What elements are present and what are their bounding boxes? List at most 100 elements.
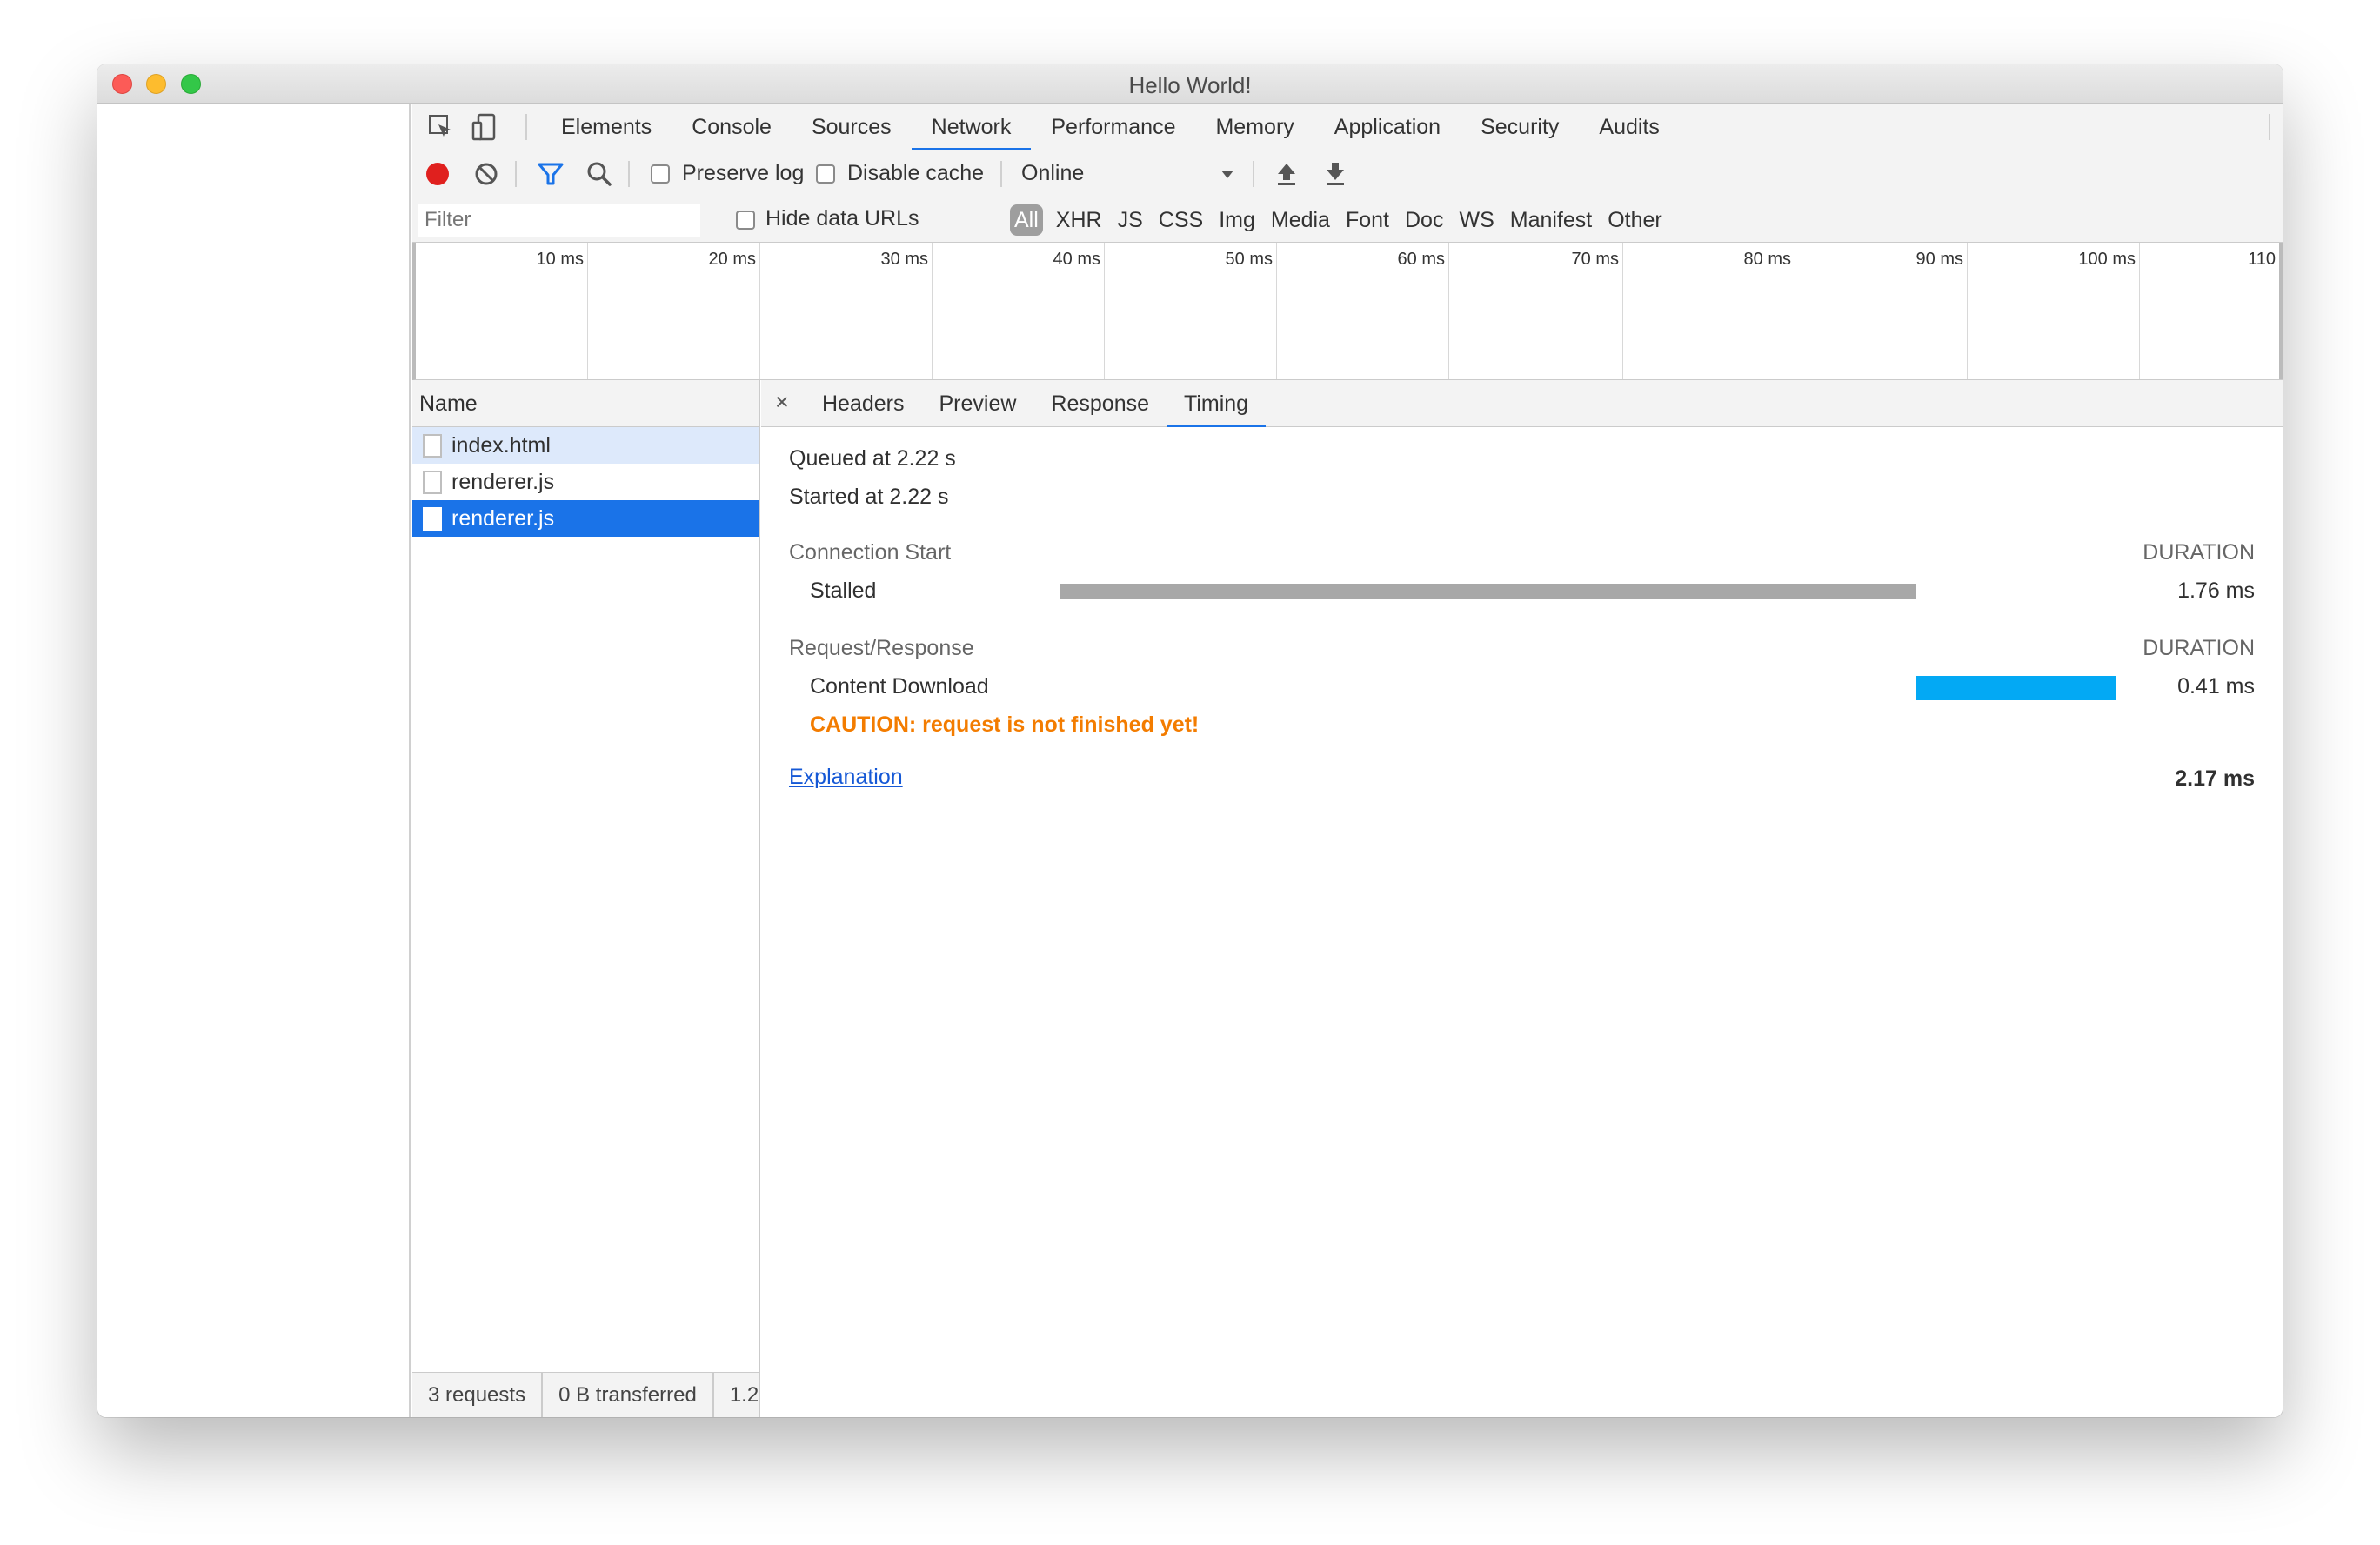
duration-header: DURATION	[2143, 540, 2255, 565]
tab-console[interactable]: Console	[672, 104, 792, 150]
hide-data-urls-checkbox[interactable]	[736, 211, 755, 230]
chevron-down-icon[interactable]	[1213, 159, 1242, 189]
duration-header: DURATION	[2143, 636, 2255, 660]
request-row[interactable]: index.html	[412, 427, 759, 464]
timeline-tick: 20 ms	[588, 243, 760, 379]
type-filter-other[interactable]: Other	[1600, 204, 1670, 236]
resource-type-filters: All XHR JS CSS Img Media Font Doc WS Man…	[1010, 204, 1670, 236]
clear-icon[interactable]	[471, 159, 501, 189]
content-download-bar	[1916, 676, 2116, 700]
filter-input[interactable]	[418, 204, 700, 237]
type-filter-ws[interactable]: WS	[1451, 204, 1501, 236]
queued-at: Queued at 2.22 s	[789, 446, 956, 471]
tab-application[interactable]: Application	[1314, 104, 1461, 150]
requests-pane: Name index.html renderer.js renderer.js …	[412, 380, 760, 1417]
search-icon[interactable]	[585, 159, 614, 189]
tab-headers[interactable]: Headers	[805, 380, 922, 427]
preserve-log-checkbox[interactable]	[651, 164, 670, 184]
preserve-log-label: Preserve log	[682, 161, 805, 185]
app-content-area	[97, 104, 411, 1417]
type-filter-manifest[interactable]: Manifest	[1502, 204, 1600, 236]
timeline-tick: 60 ms	[1277, 243, 1449, 379]
divider	[1000, 161, 1002, 187]
export-har-icon[interactable]	[1320, 159, 1350, 189]
timeline-overview[interactable]: 10 ms 20 ms 30 ms 40 ms 50 ms 60 ms 70 m…	[412, 243, 2283, 380]
tick-label: 100 ms	[2078, 250, 2136, 269]
import-har-icon[interactable]	[1272, 159, 1301, 189]
started-at: Started at 2.22 s	[789, 485, 949, 509]
document-icon	[423, 434, 442, 458]
tab-elements[interactable]: Elements	[541, 104, 672, 150]
timeline-tick: 70 ms	[1449, 243, 1623, 379]
timeline-tick: 10 ms	[416, 243, 588, 379]
request-row-selected[interactable]: renderer.js	[412, 500, 759, 537]
close-detail-icon[interactable]: ×	[775, 389, 789, 416]
name-column-header[interactable]: Name	[412, 380, 759, 427]
type-filter-all[interactable]: All	[1010, 204, 1043, 236]
divider	[525, 114, 527, 140]
tab-preview[interactable]: Preview	[922, 380, 1034, 427]
tab-security[interactable]: Security	[1461, 104, 1579, 150]
request-name: renderer.js	[451, 470, 555, 494]
network-status-bar: 3 requests 0 B transferred 1.2	[412, 1372, 759, 1417]
devtools-panel: Elements Console Sources Network Perform…	[412, 104, 2283, 1417]
stalled-duration: 1.76 ms	[2177, 579, 2255, 603]
divider	[1253, 161, 1254, 187]
stalled-bar	[1060, 584, 1916, 599]
tab-audits[interactable]: Audits	[1579, 104, 1679, 150]
tab-network[interactable]: Network	[911, 104, 1032, 150]
tab-timing[interactable]: Timing	[1167, 380, 1267, 427]
divider	[628, 161, 630, 187]
request-detail-pane: × Headers Preview Response Timing Queued…	[761, 380, 2283, 1417]
type-filter-font[interactable]: Font	[1338, 204, 1397, 236]
stalled-label: Stalled	[810, 579, 877, 603]
devtools-tabs: Elements Console Sources Network Perform…	[541, 104, 1680, 150]
tick-label: 20 ms	[708, 250, 756, 269]
tab-sources[interactable]: Sources	[792, 104, 912, 150]
timeline-tick: 90 ms	[1795, 243, 1968, 379]
transferred-size: 0 B transferred	[543, 1373, 714, 1417]
divider	[515, 161, 517, 187]
disable-cache-checkbox[interactable]	[816, 164, 835, 184]
window-title: Hello World!	[1128, 72, 1252, 98]
timeline-tick: 30 ms	[760, 243, 933, 379]
timeline-tick: 40 ms	[933, 243, 1105, 379]
timeline-tick: 100 ms	[1968, 243, 2140, 379]
document-icon	[423, 507, 442, 531]
tab-memory[interactable]: Memory	[1195, 104, 1314, 150]
type-filter-img[interactable]: Img	[1211, 204, 1263, 236]
request-name: index.html	[451, 433, 551, 458]
timeline-tick: 50 ms	[1105, 243, 1277, 379]
content-download-label: Content Download	[810, 674, 989, 699]
throttling-select[interactable]: Online	[1021, 161, 1084, 186]
explanation-link[interactable]: Explanation	[789, 765, 903, 790]
document-icon	[423, 471, 442, 494]
request-row[interactable]: renderer.js	[412, 464, 759, 500]
tab-performance[interactable]: Performance	[1031, 104, 1195, 150]
tick-label: 90 ms	[1915, 250, 1963, 269]
filter-icon[interactable]	[536, 159, 565, 189]
timeline-tick: 110	[2140, 243, 2283, 379]
type-filter-doc[interactable]: Doc	[1397, 204, 1451, 236]
disable-cache-label: Disable cache	[847, 161, 985, 185]
content-download-duration: 0.41 ms	[2177, 674, 2255, 699]
tick-label: 60 ms	[1397, 250, 1445, 269]
connection-start-label: Connection Start	[789, 540, 952, 565]
type-filter-media[interactable]: Media	[1263, 204, 1338, 236]
type-filter-xhr[interactable]: XHR	[1048, 204, 1110, 236]
network-toolbar: Preserve log Disable cache Online	[412, 150, 2283, 197]
total-duration: 2.17 ms	[2175, 766, 2255, 791]
hide-data-urls-label: Hide data URLs	[765, 206, 919, 231]
tick-label: 10 ms	[536, 250, 584, 269]
tab-response[interactable]: Response	[1033, 380, 1167, 427]
app-window: Hello World! Elements Console Sources Ne…	[97, 64, 2283, 1417]
tick-label: 80 ms	[1743, 250, 1791, 269]
device-toolbar-icon[interactable]	[470, 112, 499, 142]
inspect-element-icon[interactable]	[426, 112, 456, 142]
type-filter-js[interactable]: JS	[1110, 204, 1151, 236]
request-count: 3 requests	[412, 1373, 544, 1417]
type-filter-css[interactable]: CSS	[1151, 204, 1211, 236]
title-bar: Hello World!	[97, 64, 2283, 104]
timeline-tick: 80 ms	[1623, 243, 1795, 379]
record-icon[interactable]	[423, 159, 452, 189]
